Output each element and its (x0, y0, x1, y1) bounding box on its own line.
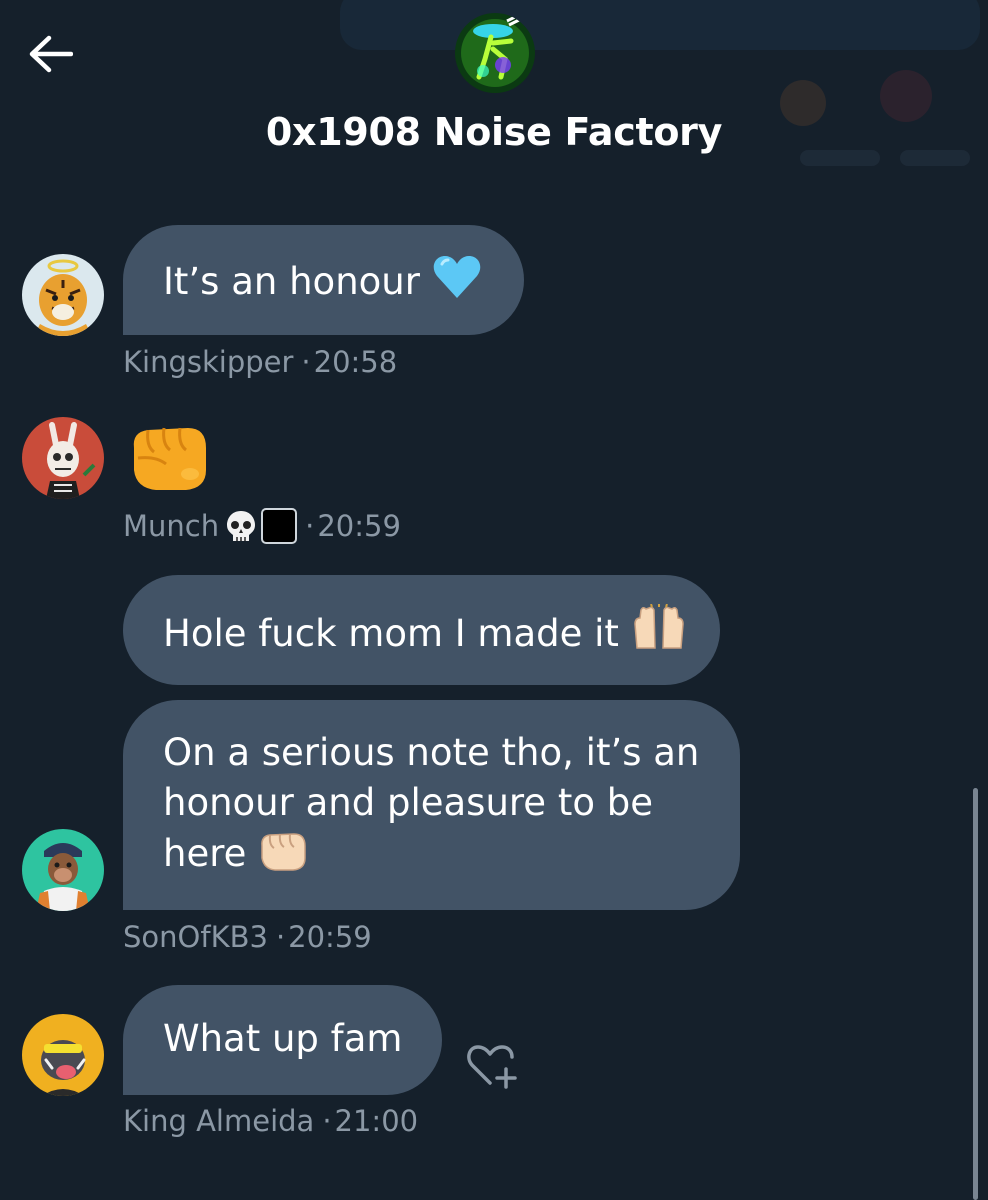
message-time: 20:59 (317, 509, 401, 543)
light-blue-heart-icon (432, 254, 482, 313)
message-meta: King Almeida · 21:00 (123, 1103, 418, 1139)
add-reaction-button[interactable] (466, 1043, 520, 1089)
meta-separator: · (275, 920, 286, 954)
message-bubble[interactable]: Hole fuck mom I made it (123, 575, 720, 685)
message-time: 21:00 (334, 1104, 419, 1138)
message-time: 20:59 (288, 920, 372, 954)
meta-separator: · (322, 1104, 332, 1138)
avatar-sonofkb3[interactable] (22, 829, 104, 911)
meta-separator: · (301, 345, 311, 379)
message-text: Hole fuck mom I made it (163, 612, 619, 655)
message-meta: Kingskipper · 20:58 (123, 344, 397, 380)
message-meta: Munch · 20:59 (123, 508, 401, 544)
skeleton-avatar-art (22, 417, 104, 499)
sender-name[interactable]: Munch (123, 508, 219, 544)
avatar-munch[interactable] (22, 417, 104, 499)
message-meta: SonOfKB3 · 20:59 (123, 919, 372, 955)
sender-name[interactable]: Kingskipper (123, 344, 293, 380)
message-text: What up fam (163, 1017, 403, 1060)
oncoming-fist-icon[interactable] (126, 418, 212, 494)
sender-name[interactable]: SonOfKB3 (123, 919, 268, 955)
message-bubble[interactable]: On a serious note tho, it’s an honour an… (123, 700, 740, 910)
back-arrow-icon (29, 35, 73, 73)
heart-plus-icon (467, 1045, 517, 1089)
meta-separator: · (305, 509, 315, 543)
ape-avatar-art (22, 829, 104, 911)
avatar-king-almeida[interactable] (22, 1014, 104, 1096)
message-bubble[interactable]: What up fam (123, 985, 442, 1095)
message-bubble[interactable]: It’s an honour (123, 225, 524, 335)
oncoming-fist-light-icon (258, 828, 308, 885)
message-text: It’s an honour (163, 260, 420, 303)
message-time: 20:58 (313, 345, 398, 379)
black-square-icon (261, 508, 298, 544)
back-button[interactable] (24, 28, 76, 80)
group-avatar[interactable] (455, 13, 535, 93)
group-avatar-art (455, 13, 535, 93)
avatar-kingskipper[interactable] (22, 254, 104, 336)
background-ghost-bar (340, 0, 980, 50)
tiger-avatar-art (22, 254, 104, 336)
boar-avatar-art (22, 1014, 104, 1096)
sender-name[interactable]: King Almeida (123, 1103, 314, 1139)
group-title: 0x1908 Noise Factory (265, 110, 723, 154)
scrollbar[interactable] (973, 788, 978, 1200)
skull-icon (225, 509, 257, 543)
raising-hands-icon (631, 603, 687, 665)
message-text: On a serious note tho, it’s an honour an… (163, 731, 700, 875)
